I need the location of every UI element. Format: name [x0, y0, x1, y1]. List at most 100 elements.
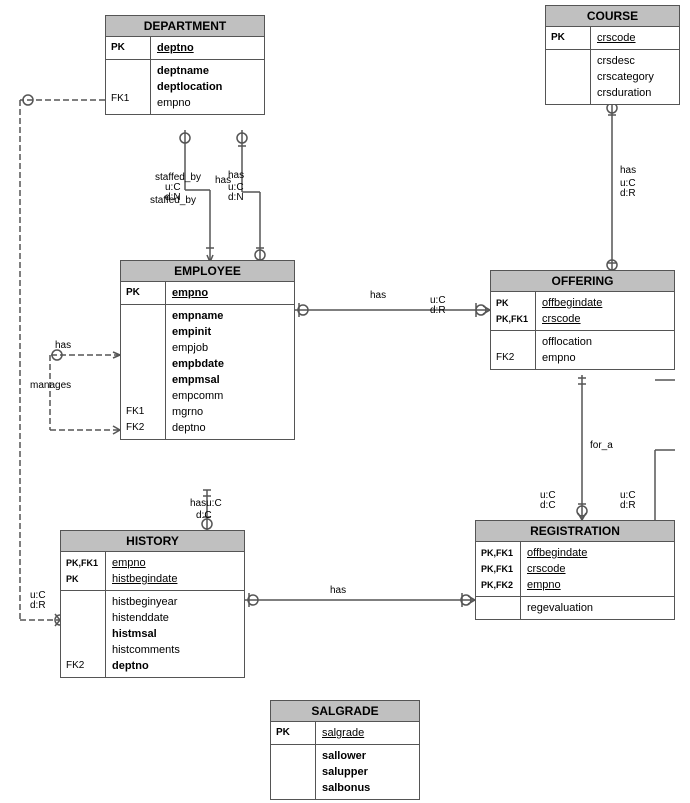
dept-empno: empno	[157, 95, 222, 111]
off-pkfk1-label: PK,FK1	[496, 311, 530, 327]
reg-pkfk1-1-label: PK,FK1	[481, 545, 515, 561]
emp-empname: empname	[172, 308, 224, 324]
dept-attrs: deptname deptlocation empno	[151, 60, 228, 114]
emp-key-blank3	[126, 340, 160, 356]
hist-fk2-label: FK2	[66, 658, 100, 674]
dept-fk1-label: FK1	[111, 91, 145, 107]
dn-staffed: d:N	[165, 192, 181, 203]
label-has-emp-offering: has	[370, 290, 386, 301]
emp-empbdate: empbdate	[172, 356, 224, 372]
hist-deptno: deptno	[112, 658, 180, 674]
off-fk2-label: FK2	[496, 350, 530, 366]
dept-deptlocation: deptlocation	[157, 79, 222, 95]
emp-pk-label: PK	[126, 285, 160, 301]
reg-keys2	[476, 597, 521, 619]
reg-pk-attrs: offbegindate crscode empno	[521, 542, 593, 596]
sal-salbonus: salbonus	[322, 780, 370, 796]
off-pk-attrs: offbegindate crscode	[536, 292, 608, 330]
course-crscode: crscode	[597, 30, 636, 46]
dept-pk-attrs: deptno	[151, 37, 200, 59]
entity-department-title: DEPARTMENT	[106, 16, 264, 37]
dept-deptname: deptname	[157, 63, 222, 79]
sal-sallower: sallower	[322, 748, 370, 764]
hist-pk-label: PK	[66, 571, 100, 587]
hist-histcomments: histcomments	[112, 642, 180, 658]
dept-keys2: FK1	[106, 60, 151, 114]
label-hasc: d:C	[196, 510, 212, 521]
emp-mgrno: mgrno	[172, 404, 224, 420]
label-hasu: hasu:C	[190, 498, 222, 509]
emp-fk2-label: FK2	[126, 420, 160, 436]
hist-attrs: histbeginyear histenddate histmsal histc…	[106, 591, 186, 677]
reg-pkfk1-2-label: PK,FK1	[481, 561, 515, 577]
hist-histbegindate: histbegindate	[112, 571, 177, 587]
off-attrs: offlocation empno	[536, 331, 598, 369]
dept-keys: PK	[106, 37, 151, 59]
course-crsdesc: crsdesc	[597, 53, 654, 69]
sal-salgrade: salgrade	[322, 725, 364, 741]
entity-course-keys2	[546, 50, 591, 104]
off-empno: empno	[542, 350, 592, 366]
emp-empjob: empjob	[172, 340, 224, 356]
emp-keys2: FK1 FK2	[121, 305, 166, 439]
label-for-a: for_a	[590, 440, 613, 451]
hist-blank1	[66, 594, 100, 610]
dr-left: d:R	[30, 600, 46, 611]
relationship-lines	[0, 0, 690, 803]
dept-pk-label: PK	[111, 40, 145, 56]
sal-salupper: salupper	[322, 764, 370, 780]
sal-attrs: sallower salupper salbonus	[316, 745, 376, 799]
course-crscategory: crscategory	[597, 69, 654, 85]
sal-pk-attrs: salgrade	[316, 722, 370, 744]
er-diagram: staffed_by has staffed_by has u:C d:N u:…	[0, 0, 690, 803]
reg-regevaluation: regevaluation	[527, 600, 593, 616]
entity-course-pk-attr: crscode	[591, 27, 642, 49]
emp-key-blank5	[126, 372, 160, 388]
emp-keys: PK	[121, 282, 166, 304]
entity-employee-title: EMPLOYEE	[121, 261, 294, 282]
entity-offering: OFFERING PK PK,FK1 offbegindate crscode …	[490, 270, 675, 370]
dept-deptno: deptno	[157, 40, 194, 56]
emp-key-blank4	[126, 356, 160, 372]
sal-keys2	[271, 745, 316, 799]
emp-deptno: deptno	[172, 420, 224, 436]
entity-history: HISTORY PK,FK1 PK empno histbegindate FK…	[60, 530, 245, 678]
label-has-course: has	[620, 165, 636, 176]
hist-keys2: FK2	[61, 591, 106, 677]
off-blank	[496, 334, 530, 350]
entity-history-title: HISTORY	[61, 531, 244, 552]
label-has-left: has	[55, 340, 71, 351]
emp-empmsal: empmsal	[172, 372, 224, 388]
reg-offbegindate: offbegindate	[527, 545, 587, 561]
dn-has: d:N	[228, 192, 244, 203]
dr-course: d:R	[620, 188, 636, 199]
sal-pk-label: PK	[276, 725, 310, 741]
entity-course-title: COURSE	[546, 6, 679, 27]
hist-histmsal: histmsal	[112, 626, 180, 642]
emp-key-blank2	[126, 324, 160, 340]
entity-registration-title: REGISTRATION	[476, 521, 674, 542]
dr2-for-a: d:R	[620, 500, 636, 511]
hist-keys: PK,FK1 PK	[61, 552, 106, 590]
label-has-dept-text: has	[228, 170, 244, 181]
reg-keys: PK,FK1 PK,FK1 PK,FK2	[476, 542, 521, 596]
label-has-hist: has	[330, 585, 346, 596]
reg-pkfk2-label: PK,FK2	[481, 577, 515, 593]
emp-empno: empno	[172, 285, 208, 301]
off-keys2: FK2	[491, 331, 536, 369]
course-pk-label: PK	[551, 30, 585, 46]
hist-pk-attrs: empno histbegindate	[106, 552, 183, 590]
hist-blank2	[66, 610, 100, 626]
emp-fk1-label: FK1	[126, 404, 160, 420]
hist-blank4	[66, 642, 100, 658]
entity-course-attrs: crsdesc crscategory crsduration	[591, 50, 660, 104]
hist-histbeginyear: histbeginyear	[112, 594, 180, 610]
off-keys: PK PK,FK1	[491, 292, 536, 330]
course-crsduration: crsduration	[597, 85, 654, 101]
entity-registration: REGISTRATION PK,FK1 PK,FK1 PK,FK2 offbeg…	[475, 520, 675, 620]
off-offbegindate: offbegindate	[542, 295, 602, 311]
emp-empinit: empinit	[172, 324, 224, 340]
hist-histenddate: histenddate	[112, 610, 180, 626]
reg-empno: empno	[527, 577, 587, 593]
entity-employee: EMPLOYEE PK empno FK1 FK2 empna	[120, 260, 295, 440]
